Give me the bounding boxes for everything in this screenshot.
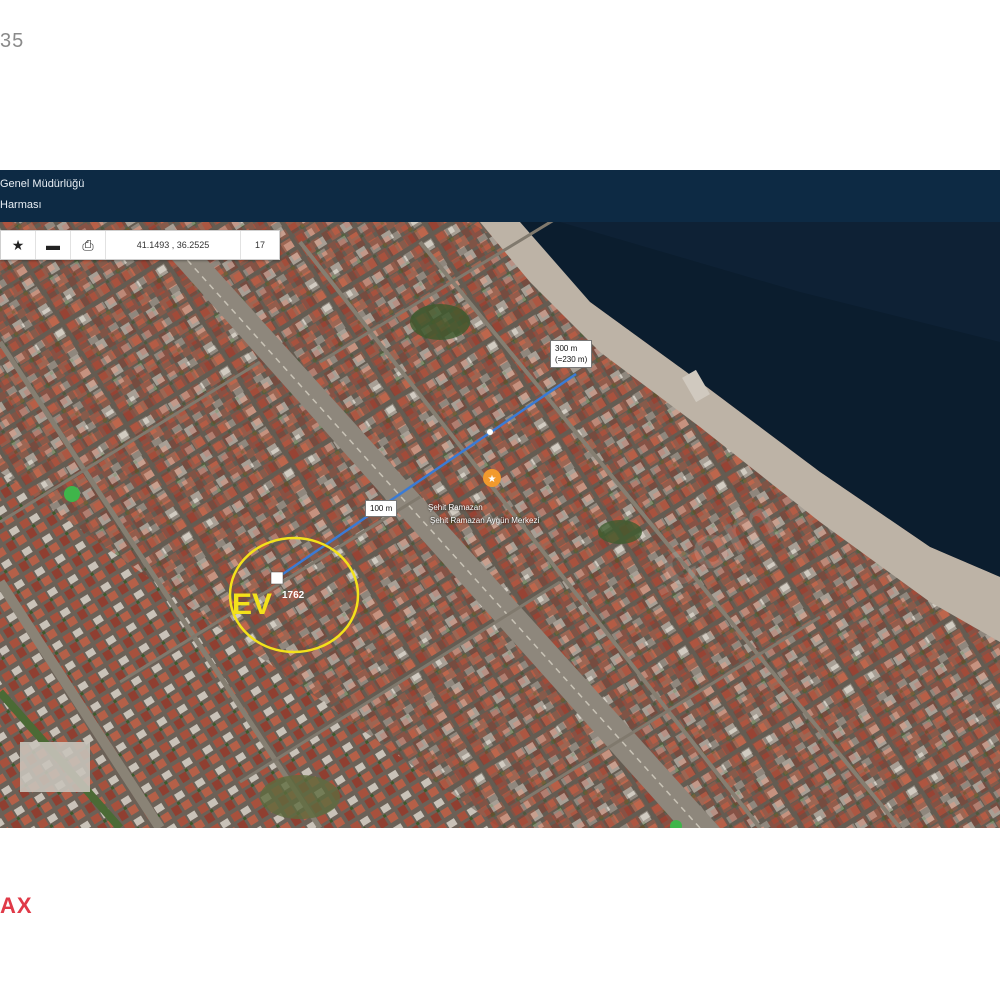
ev-parcel-number: 1762 (282, 590, 305, 601)
distance-label-segment-value: 100 m (370, 504, 393, 513)
poi-label-1[interactable]: Şehit Ramazan (428, 503, 483, 512)
poi-marker-green (64, 486, 80, 502)
satellite-map[interactable]: ★ .com (0, 222, 1000, 828)
zoom-level: 17 (254, 240, 265, 250)
brand-text: AX (0, 893, 33, 918)
distance-label-total-value: 300 m (555, 344, 578, 353)
app-header: Genel Müdürlüğü Harması (0, 170, 1000, 222)
map-canvas: ★ (0, 222, 1000, 828)
poi-label-2[interactable]: Şehit Ramazan Aygün Merkezi (430, 516, 539, 525)
svg-text:★: ★ (488, 474, 497, 485)
coordinates-display: 41.1493 , 36.2525 (106, 231, 241, 259)
ev-label: EV (232, 588, 273, 621)
bottom-area (0, 828, 1000, 1000)
distance-label-segment: 100 m (365, 500, 398, 517)
corner-text: 35 (0, 30, 25, 52)
distance-label-total: 300 m (=230 m) (550, 340, 593, 368)
star-icon[interactable]: ★ (1, 231, 36, 259)
header-subtitle: Harması (0, 199, 42, 211)
distance-label-total-sub: (=230 m) (555, 355, 588, 364)
print-icon[interactable]: ⎙ (71, 231, 106, 259)
header-title: Genel Müdürlüğü (0, 178, 85, 190)
map-toolbar: ★ ▬ ⎙ 41.1493 , 36.2525 17 (0, 230, 280, 260)
ruler-icon[interactable]: ▬ (36, 231, 71, 259)
